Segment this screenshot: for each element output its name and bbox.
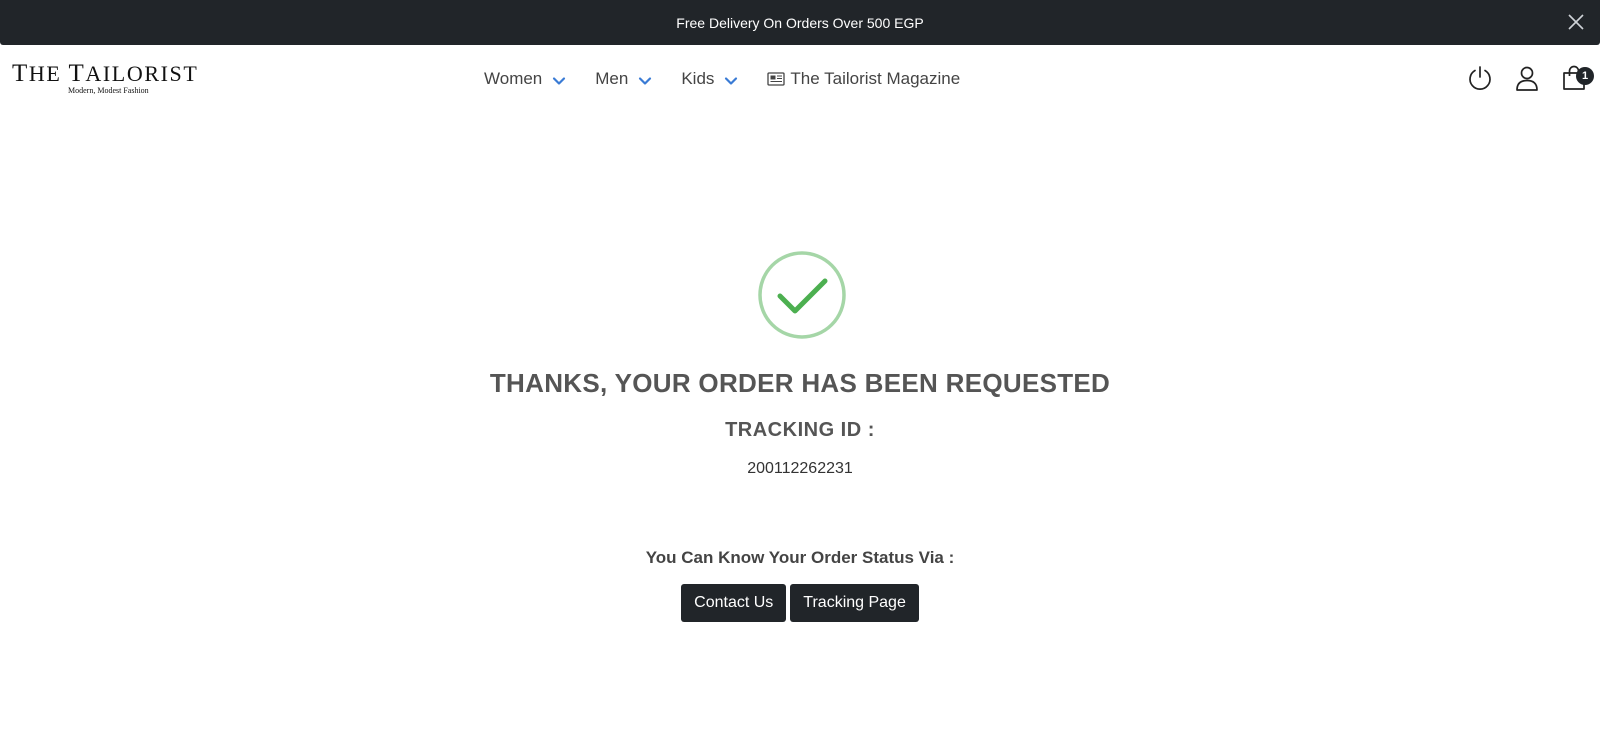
nav-item-kids[interactable]: Kids bbox=[681, 69, 738, 89]
confirmation-title: THANKS, YOUR ORDER HAS BEEN REQUESTED bbox=[489, 368, 1111, 398]
newspaper-icon bbox=[767, 72, 786, 86]
tracking-id-label: TRACKING ID : bbox=[725, 419, 875, 441]
status-buttons: Contact Us Tracking Page bbox=[681, 584, 919, 622]
nav-item-magazine[interactable]: The Tailorist Magazine bbox=[767, 69, 960, 89]
chevron-down-icon bbox=[639, 76, 652, 85]
order-status-text: You Can Know Your Order Status Via : bbox=[645, 548, 955, 567]
main-nav: Women Men Kids The Tailorist Magazine bbox=[484, 67, 960, 91]
nav-item-women[interactable]: Women bbox=[484, 69, 566, 89]
contact-us-button[interactable]: Contact Us bbox=[681, 584, 787, 622]
chevron-down-icon bbox=[725, 76, 738, 85]
cart-count-badge: 1 bbox=[1576, 67, 1594, 85]
nav-item-label: Women bbox=[484, 69, 543, 88]
nav-item-label: Men bbox=[595, 69, 629, 88]
nav-item-men[interactable]: Men bbox=[595, 69, 652, 89]
tracking-page-button[interactable]: Tracking Page bbox=[790, 584, 919, 622]
nav-item-label: The Tailorist Magazine bbox=[790, 69, 961, 88]
logo-tagline: Modern, Modest Fashion bbox=[68, 86, 149, 95]
close-icon[interactable] bbox=[1566, 12, 1586, 32]
logo[interactable]: THE TAILORIST Modern, Modest Fashion bbox=[12, 60, 222, 103]
site-header: THE TAILORIST Modern, Modest Fashion Wom… bbox=[0, 45, 1600, 115]
announcement-bar: Free Delivery On Orders Over 500 EGP bbox=[0, 0, 1600, 45]
chevron-down-icon bbox=[553, 76, 566, 85]
tracking-id-value: 200112262231 bbox=[747, 460, 853, 477]
cart-button[interactable]: 1 bbox=[1560, 64, 1594, 92]
announcement-text: Free Delivery On Orders Over 500 EGP bbox=[676, 14, 924, 31]
check-circle-icon bbox=[758, 251, 846, 339]
order-confirmation: THANKS, YOUR ORDER HAS BEEN REQUESTED TR… bbox=[0, 250, 1600, 622]
header-actions: 1 bbox=[1447, 64, 1594, 92]
logo-wordmark: THE TAILORIST bbox=[12, 60, 199, 87]
power-icon[interactable] bbox=[1466, 64, 1494, 92]
nav-item-label: Kids bbox=[681, 69, 715, 88]
user-icon[interactable] bbox=[1513, 64, 1541, 92]
